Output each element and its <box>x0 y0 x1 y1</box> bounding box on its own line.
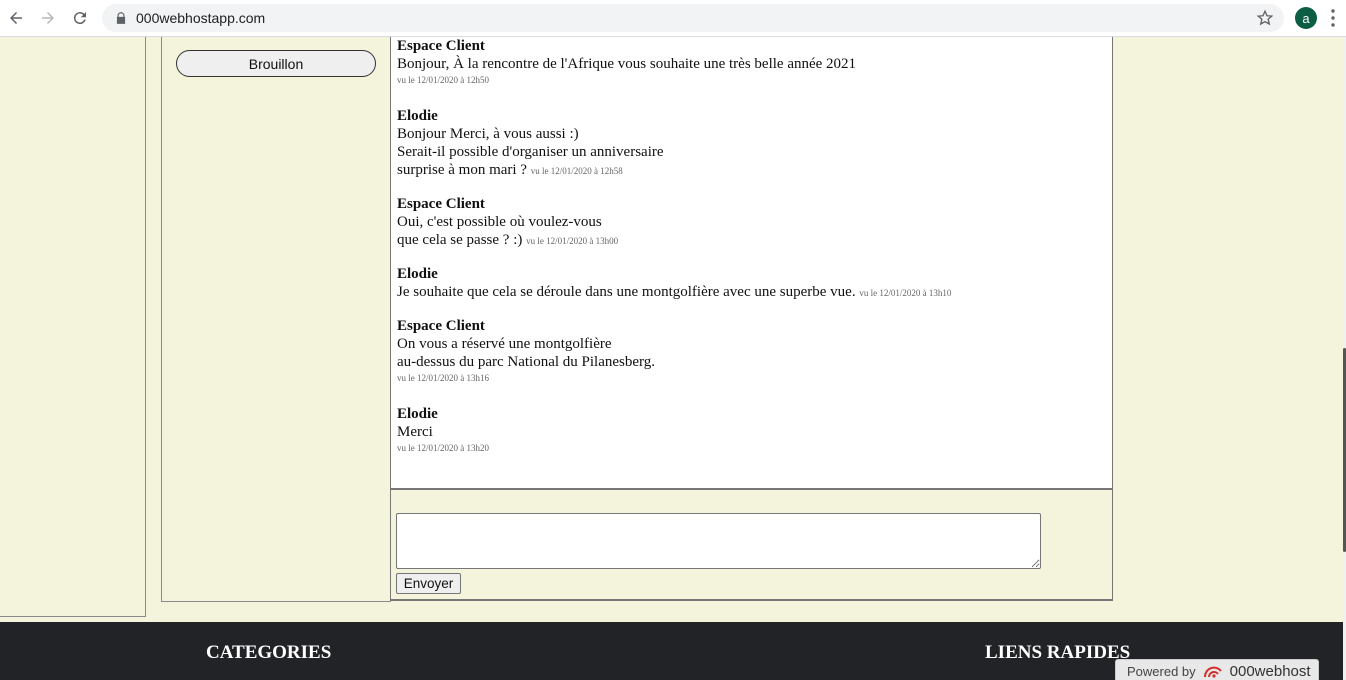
reload-button[interactable] <box>69 7 91 29</box>
bookmark-star-icon[interactable] <box>1256 9 1274 27</box>
footer-quick-links-heading: LIENS RAPIDES <box>985 642 1131 663</box>
message-text: Bonjour, À la rencontre de l'Afrique vou… <box>397 56 857 72</box>
webhost-brand-text: 000webhost <box>1229 662 1311 680</box>
message-author: Espace Client <box>397 38 485 54</box>
back-button[interactable] <box>5 7 27 29</box>
message-timestamp: vu le 12/01/2020 à 13h00 <box>526 236 619 246</box>
message-timestamp: vu le 12/01/2020 à 12h58 <box>530 166 623 176</box>
arrow-left-icon <box>10 12 22 24</box>
message-author: Elodie <box>397 108 438 124</box>
message: Espace Client On vous a réservé une mont… <box>397 317 655 385</box>
arrow-right-icon <box>42 12 54 24</box>
message-author: Elodie <box>397 266 438 282</box>
message: Elodie Je souhaite que cela se déroule d… <box>397 265 951 302</box>
message-timestamp: vu le 12/01/2020 à 13h10 <box>859 288 952 298</box>
message-text: On vous a réservé une montgolfière <box>397 336 612 352</box>
message: Espace Client Oui, c'est possible où vou… <box>397 195 618 250</box>
message-text: que cela se passe ? :) <box>397 232 523 248</box>
footer-categories-heading: CATEGORIES <box>206 642 332 663</box>
draft-button[interactable]: Brouillon <box>176 50 376 77</box>
message: Elodie Merci vu le 12/01/2020 à 13h20 <box>397 405 489 455</box>
powered-by-text: Powered by <box>1127 663 1196 679</box>
powered-by-badge[interactable]: Powered by 000webhost <box>1115 659 1319 680</box>
conversation-panel[interactable]: Espace Client Bonjour, À la rencontre de… <box>390 37 1113 490</box>
send-button[interactable]: Envoyer <box>396 573 461 594</box>
address-bar[interactable]: 000webhostapp.com <box>102 4 1284 32</box>
message-text: Serait-il possible d'organiser un annive… <box>397 144 664 160</box>
message: Elodie Bonjour Merci, à vous aussi :) Se… <box>397 107 664 180</box>
profile-avatar[interactable]: a <box>1295 7 1317 29</box>
message: Espace Client Bonjour, À la rencontre de… <box>397 37 856 87</box>
lock-icon <box>116 12 126 24</box>
message-text: Oui, c'est possible où voulez-vous <box>397 214 602 230</box>
message-text: Je souhaite que cela se déroule dans une… <box>397 284 856 300</box>
url-text: 000webhostapp.com <box>136 10 266 26</box>
message-author: Elodie <box>397 406 438 422</box>
message-text: au-dessus du parc National du Pilanesber… <box>397 354 655 370</box>
message-timestamp: vu le 12/01/2020 à 13h16 <box>397 373 489 383</box>
message-text: surprise à mon mari ? <box>397 162 527 178</box>
mail-sidebar <box>161 37 391 602</box>
reload-icon <box>73 12 86 25</box>
reply-textarea[interactable] <box>396 513 1041 569</box>
message-timestamp: vu le 12/01/2020 à 12h50 <box>397 75 489 85</box>
message-author: Espace Client <box>397 318 485 334</box>
more-menu-icon[interactable] <box>1330 9 1336 27</box>
message-timestamp: vu le 12/01/2020 à 13h20 <box>397 443 489 453</box>
left-outer-panel <box>0 37 146 617</box>
webhost-logo-icon <box>1203 666 1222 678</box>
browser-toolbar: 000webhostapp.com a <box>0 0 1346 37</box>
message-text: Bonjour Merci, à vous aussi :) <box>397 126 579 142</box>
message-text: Merci <box>397 424 433 440</box>
message-author: Espace Client <box>397 196 485 212</box>
forward-button[interactable] <box>37 7 59 29</box>
